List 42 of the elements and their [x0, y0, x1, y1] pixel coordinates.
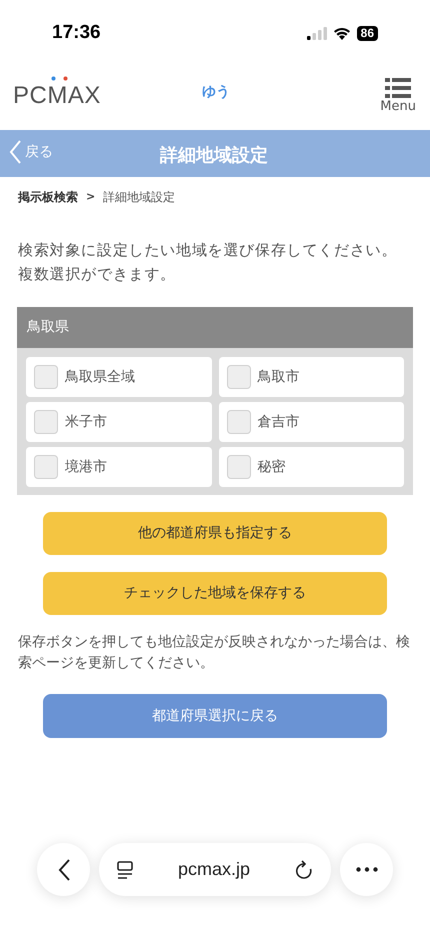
note-text: 保存ボタンを押しても地位設定が反映されなかった場合は、検索ページを更新してください。	[17, 633, 411, 673]
area-label: 倉吉市	[258, 412, 300, 432]
page-title: 詳細地域設定	[160, 144, 268, 168]
area-option[interactable]: 鳥取市	[218, 357, 404, 397]
wifi-icon	[332, 26, 351, 40]
action-button[interactable]: 他の都道府県も指定する	[43, 512, 387, 555]
area-option[interactable]: 秘密	[218, 447, 404, 487]
checkbox[interactable]	[34, 410, 58, 434]
area-label: 境港市	[65, 458, 107, 476]
checkbox[interactable]	[226, 410, 250, 434]
battery-level: 86	[356, 26, 378, 40]
menu-icon[interactable]	[385, 78, 412, 98]
page-menu-icon[interactable]	[117, 860, 133, 878]
breadcrumb-separator: >	[86, 188, 96, 205]
signal-icon	[306, 26, 327, 40]
reload-icon[interactable]	[295, 860, 313, 879]
area-label: 鳥取県全域	[65, 368, 135, 386]
logo-dots-icon	[51, 76, 68, 81]
prefecture-header: 鳥取県	[17, 307, 413, 348]
logo: PCMAX	[13, 82, 101, 109]
checkbox[interactable]	[34, 455, 58, 479]
intro-text: 検索対象に設定したい地域を選び保存してください。複数選択ができます。	[17, 240, 398, 285]
user-name: ゆう	[202, 83, 230, 102]
checkbox[interactable]	[34, 365, 58, 389]
area-label: 米子市	[65, 412, 107, 432]
chevron-left-icon[interactable]	[58, 858, 70, 880]
area-option[interactable]: 米子市	[26, 402, 212, 442]
menu-button[interactable]: Menu	[380, 78, 416, 114]
breadcrumb-item[interactable]: 掲示板検索	[18, 188, 78, 206]
area-option[interactable]: 境港市	[26, 447, 212, 487]
action-button[interactable]: チェックした地域を保存する	[43, 572, 387, 615]
checkbox[interactable]	[226, 455, 250, 479]
area-label: 秘密	[258, 458, 286, 476]
address-bar[interactable]: pcmax.jp	[99, 843, 331, 896]
area-option[interactable]: 倉吉市	[218, 402, 404, 442]
area-option[interactable]: 鳥取県全域	[26, 357, 212, 397]
status-time: 17:36	[52, 20, 101, 45]
url-text: pcmax.jp	[178, 858, 250, 881]
more-icon[interactable]	[356, 867, 378, 872]
area-label: 鳥取市	[258, 368, 300, 386]
checkbox[interactable]	[226, 365, 250, 389]
breadcrumb-item: 詳細地域設定	[103, 189, 176, 206]
